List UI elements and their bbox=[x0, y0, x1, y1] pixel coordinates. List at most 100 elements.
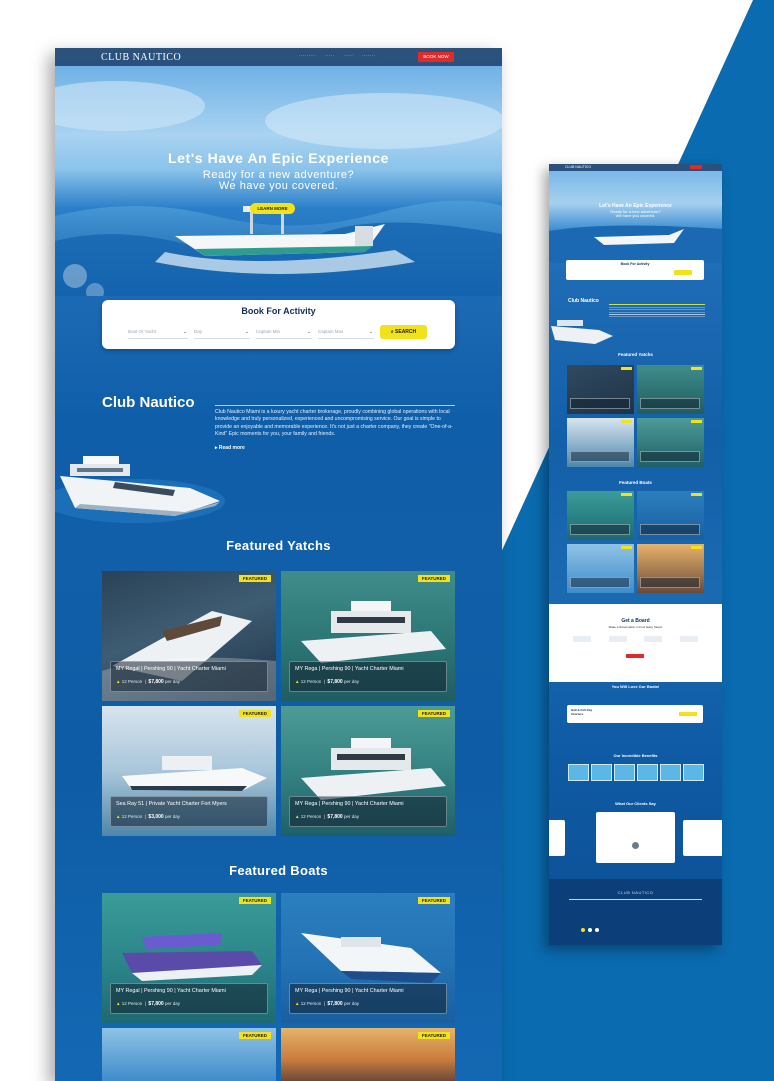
booking-widget: Book For Activity Boat Or Yacht ⌄ Day ⌄ Ca… bbox=[102, 300, 455, 349]
nav-link-4[interactable]: ······· bbox=[362, 53, 375, 58]
featured-badge: FEATURED bbox=[417, 575, 450, 582]
mini-social-icon[interactable] bbox=[595, 928, 599, 932]
mini-boat-card-2[interactable] bbox=[637, 491, 704, 540]
mini-boat-card-3[interactable] bbox=[567, 544, 634, 593]
mini-yacht-card-4[interactable] bbox=[637, 418, 704, 467]
card-title: MY Rega | Pershing 90 | Yacht Charter Mi… bbox=[295, 801, 404, 807]
card-title: MY Rega | Pershing 90 | Yacht Charter Mi… bbox=[295, 988, 404, 994]
mini-about-title: Club Nautico bbox=[568, 298, 599, 304]
mini-badge bbox=[691, 493, 702, 496]
yacht-card-3[interactable]: FEATURED Sea Ray 51 | Private Yacht Char… bbox=[102, 706, 276, 836]
mini-testimonial-left bbox=[549, 820, 565, 856]
nav-link-1[interactable]: ········· bbox=[299, 53, 316, 58]
captain-max-select[interactable]: Captain Max ⌄ bbox=[318, 327, 374, 339]
field-placeholder: Boat Or Yacht bbox=[128, 329, 156, 334]
read-more-link[interactable]: ▸ Read more bbox=[215, 445, 245, 451]
boat-card-3[interactable]: FEATURED bbox=[102, 1028, 276, 1081]
card-guests: 12 Person bbox=[121, 679, 143, 684]
mini-social-icon[interactable] bbox=[588, 928, 592, 932]
mini-clients-title: What Our Clients Say bbox=[615, 801, 656, 806]
card-price-unit: per day bbox=[164, 679, 180, 684]
learn-more-button[interactable]: LEARN MORE bbox=[250, 203, 295, 214]
read-more-label: Read more bbox=[218, 445, 245, 451]
yacht-card-2[interactable]: FEATURED MY Rega | Pershing 90 | Yacht C… bbox=[281, 571, 455, 701]
mini-charters-button[interactable] bbox=[679, 712, 697, 716]
person-icon: ▲ bbox=[116, 679, 121, 684]
search-icon: ⌕ bbox=[390, 329, 394, 335]
mini-yacht-card-3[interactable] bbox=[567, 418, 634, 467]
mini-search-button[interactable] bbox=[674, 270, 692, 275]
search-button[interactable]: ⌕ SEARCH bbox=[380, 325, 427, 339]
mini-footer-divider bbox=[569, 899, 702, 900]
card-meta: ▲ 12 Person | $7,800 per day bbox=[295, 814, 359, 820]
card-info-panel: Sea Ray 51 | Private Yacht Charter Fort … bbox=[110, 796, 268, 827]
top-navbar: CLUB NAUTICO ········· ····· ····· ·····… bbox=[55, 48, 502, 66]
mini-reserve-button[interactable] bbox=[626, 654, 644, 658]
mini-card-info bbox=[570, 398, 630, 409]
card-price-unit: per day bbox=[343, 814, 359, 819]
nav-links: ········· ····· ····· ······· bbox=[299, 53, 375, 58]
about-title: Club Nautico bbox=[102, 394, 195, 411]
boat-or-yacht-select[interactable]: Boat Or Yacht ⌄ bbox=[128, 327, 188, 339]
mini-yacht-card-2[interactable] bbox=[637, 365, 704, 414]
mini-badge bbox=[621, 493, 632, 496]
nav-link-2[interactable]: ····· bbox=[325, 53, 335, 58]
mini-charters-label: Half & Full Day Charters bbox=[571, 708, 593, 716]
yacht-card-1[interactable]: FEATURED MY Regal | Pershing 90 | Yacht … bbox=[102, 571, 276, 701]
card-price-unit: per day bbox=[343, 679, 359, 684]
mini-boat-card-4[interactable] bbox=[637, 544, 704, 593]
featured-boats-title: Featured Boats bbox=[229, 863, 328, 878]
card-price: $3,000 bbox=[148, 814, 164, 820]
mini-badge bbox=[621, 546, 632, 549]
mini-benefit-6 bbox=[683, 764, 704, 781]
card-info-panel: MY Regal | Pershing 90 | Yacht Charter M… bbox=[110, 661, 268, 692]
mini-hero-subtitle: Ready for a new adventure? We have you co… bbox=[549, 209, 722, 219]
mini-card-info bbox=[570, 451, 630, 462]
mini-testimonial-right bbox=[683, 820, 722, 856]
mini-about-text bbox=[609, 307, 705, 317]
boat-card-1[interactable]: FEATURED MY Regal | Pershing 90 | Yacht … bbox=[102, 893, 276, 1023]
captain-min-select[interactable]: Captain Min ⌄ bbox=[256, 327, 312, 339]
desktop-mockup: Let's Have An Epic Experience Ready for … bbox=[55, 48, 502, 1081]
person-icon: ▲ bbox=[295, 1001, 300, 1006]
mini-hero-sub-2: We have you covered. bbox=[615, 213, 656, 219]
day-select[interactable]: Day ⌄ bbox=[194, 327, 250, 339]
card-price-unit: per day bbox=[164, 1001, 180, 1006]
mini-hero: Let's Have An Epic Experience Ready for … bbox=[549, 171, 722, 263]
boat-card-4[interactable]: FEATURED bbox=[281, 1028, 455, 1081]
nav-link-3[interactable]: ····· bbox=[344, 53, 354, 58]
mini-step-2 bbox=[608, 636, 627, 642]
mini-booking-title: Book For Activity bbox=[620, 262, 650, 266]
mini-testimonial-center bbox=[596, 812, 675, 863]
mini-logo[interactable]: CLUB NAUTICO bbox=[565, 165, 591, 169]
card-price: $7,800 bbox=[148, 1001, 164, 1007]
field-placeholder: Captain Min bbox=[256, 329, 281, 334]
card-guests: 12 Person bbox=[300, 814, 322, 819]
card-guests: 12 Person bbox=[121, 1001, 143, 1006]
mini-yachts-title: Featured Yatchs bbox=[618, 352, 653, 357]
mini-book-now-button[interactable] bbox=[690, 165, 702, 169]
mini-footer: CLUB NAUTICO bbox=[549, 879, 722, 945]
book-now-button[interactable]: BOOK NOW bbox=[418, 52, 454, 62]
yacht-card-4[interactable]: FEATURED MY Rega | Pershing 90 | Yacht C… bbox=[281, 706, 455, 836]
boat-card-2[interactable]: FEATURED MY Rega | Pershing 90 | Yacht C… bbox=[281, 893, 455, 1023]
card-meta: ▲ 12 Person | $7,800 per day bbox=[116, 679, 180, 685]
chevron-down-icon: ⌄ bbox=[244, 329, 249, 335]
mini-card-info bbox=[570, 524, 630, 535]
featured-badge: FEATURED bbox=[417, 1032, 450, 1039]
mini-benefit-5 bbox=[660, 764, 681, 781]
club-nautico-logo[interactable]: CLUB NAUTICO bbox=[101, 52, 181, 63]
featured-badge: FEATURED bbox=[238, 575, 271, 582]
mini-boat-card-1[interactable] bbox=[567, 491, 634, 540]
featured-badge: FEATURED bbox=[238, 1032, 271, 1039]
chevron-down-icon: ⌄ bbox=[368, 329, 373, 335]
mini-badge bbox=[691, 367, 702, 370]
mini-card-info bbox=[640, 451, 700, 462]
mini-badge bbox=[621, 367, 632, 370]
mini-social-icon[interactable] bbox=[581, 928, 585, 932]
mini-card-info bbox=[640, 398, 700, 409]
mini-yacht-card-1[interactable] bbox=[567, 365, 634, 414]
hero-subtitle: Ready for a new adventure? We have you c… bbox=[55, 170, 502, 192]
mini-step-1 bbox=[573, 636, 591, 642]
mini-get-a-board-section: Get a Board Make a Reservation in Four E… bbox=[549, 604, 722, 682]
